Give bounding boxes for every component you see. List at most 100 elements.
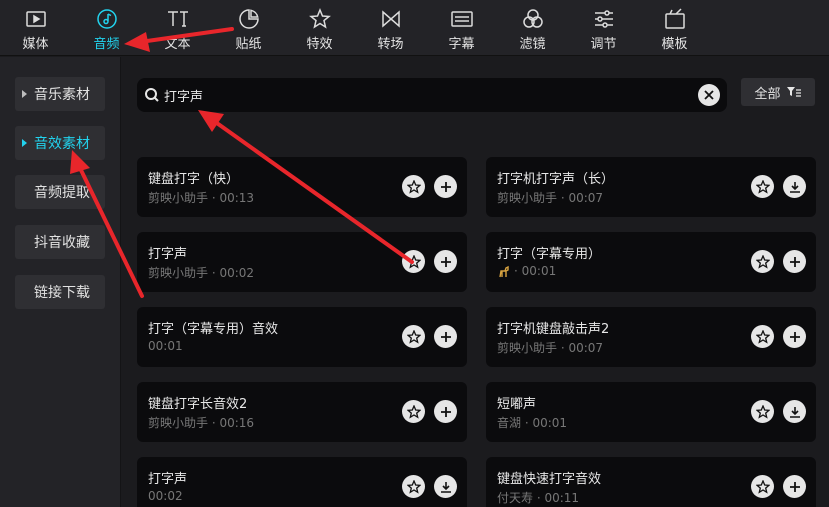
tab-sticker[interactable]: 贴纸 [213,0,284,56]
download-icon [440,481,451,493]
download-button[interactable] [783,400,806,423]
sound-title: 打字声 [148,247,188,262]
plus-icon [440,181,451,192]
sound-result-card[interactable]: 打字声 00:02 [137,457,467,507]
download-button[interactable] [434,475,457,498]
favorite-button[interactable] [402,325,425,348]
tab-label: 特效 [306,37,333,52]
tab-text[interactable]: 文本 [142,0,213,56]
sound-meta: 剪映小助手 · 00:16 [148,414,254,431]
add-to-track-button[interactable] [783,250,806,273]
add-to-track-button[interactable] [434,400,457,423]
star-icon [755,254,770,269]
sidebar-item-label: 链接下载 [34,285,90,301]
tab-label: 字幕 [448,37,475,52]
favorite-button[interactable] [751,400,774,423]
sound-result-card[interactable]: 短嘟声 音湖 · 00:01 [486,382,816,442]
effects-icon [308,8,331,30]
sound-meta-text: 剪映小助手 · 00:02 [148,266,255,280]
sound-meta: 00:02 [148,489,183,503]
tab-audio[interactable]: 音频 [71,0,142,56]
sound-meta: 付天寿 · 00:11 [497,489,579,506]
star-icon [406,179,421,194]
sound-title: 打字机键盘敲击声2 [497,322,610,337]
add-to-track-button[interactable] [783,325,806,348]
add-to-track-button[interactable] [434,250,457,273]
plus-icon [440,331,451,342]
sound-result-card[interactable]: 键盘打字（快） 剪映小助手 · 00:13 [137,157,467,217]
favorite-button[interactable] [751,250,774,273]
add-to-track-button[interactable] [783,475,806,498]
filter-icon [522,8,544,30]
caption-icon [450,8,473,30]
sound-meta: 剪映小助手 · 00:02 [148,264,254,281]
sound-result-card[interactable]: 键盘打字长音效2 剪映小助手 · 00:16 [137,382,467,442]
tab-media[interactable]: 媒体 [0,0,71,56]
filter-dropdown[interactable]: 全部 [741,78,815,106]
tab-label: 模板 [661,37,688,52]
add-to-track-button[interactable] [434,325,457,348]
tab-caption[interactable]: 字幕 [426,0,497,56]
star-icon [406,329,421,344]
audio-icon [96,8,118,30]
sound-result-card[interactable]: 打字（字幕专用） · 00:01 [486,232,816,292]
sound-result-card[interactable]: 打字（字幕专用）音效 00:01 [137,307,467,367]
download-button[interactable] [783,175,806,198]
tab-template[interactable]: 模板 [639,0,710,56]
plus-icon [440,406,451,417]
sound-result-card[interactable]: 打字机打字声（长） 剪映小助手 · 00:07 [486,157,816,217]
tab-transition[interactable]: 转场 [355,0,426,56]
favorite-button[interactable] [402,250,425,273]
tab-label: 文本 [164,37,191,52]
sound-meta: 音湖 · 00:01 [497,414,567,431]
sound-meta-text: 剪映小助手 · 00:16 [148,416,255,430]
download-icon [789,181,800,193]
star-icon [755,329,770,344]
transition-icon [380,8,402,30]
close-icon [704,90,714,100]
filter-funnel-icon [786,87,801,97]
star-icon [755,179,770,194]
download-icon [789,406,800,418]
sound-meta: 00:01 [148,339,183,353]
text-icon [167,8,189,30]
sound-meta-text: 00:01 [148,339,183,353]
plus-icon [789,331,800,342]
tab-effects[interactable]: 特效 [284,0,355,56]
sound-result-card[interactable]: 键盘快速打字音效 付天寿 · 00:11 [486,457,816,507]
favorite-button[interactable] [402,400,425,423]
sound-title: 打字声 [148,472,188,487]
tab-label: 调节 [590,37,617,52]
media-icon [25,8,47,30]
clear-search-button[interactable] [698,84,720,106]
sidebar-item-douyin-favorites[interactable]: 抖音收藏 [15,225,105,259]
favorite-button[interactable] [751,475,774,498]
favorite-button[interactable] [751,175,774,198]
tab-filter[interactable]: 滤镜 [497,0,568,56]
sound-result-card[interactable]: 打字声 剪映小助手 · 00:02 [137,232,467,292]
favorite-button[interactable] [402,175,425,198]
sidebar-item-audio-extract[interactable]: 音频提取 [15,175,105,209]
search-input[interactable]: 打字声 [137,78,727,112]
top-toolbar: 媒体 音频 文本 贴纸 特效 转场 字幕 滤镜 调节 模板 [0,0,829,56]
filter-label: 全部 [754,86,781,102]
tab-label: 转场 [377,37,404,52]
search-icon [145,88,159,102]
add-to-track-button[interactable] [434,175,457,198]
sound-meta-text: 剪映小助手 · 00:07 [497,341,604,355]
plus-icon [789,481,800,492]
favorite-button[interactable] [751,325,774,348]
sidebar-item-link-download[interactable]: 链接下载 [15,275,105,309]
main-panel: 打字声 全部 键盘打字（快） 剪映小助手 · 00:13 打字机打字声（长） 剪… [122,57,829,507]
sound-title: 打字（字幕专用）音效 [148,322,279,337]
caret-right-icon [22,90,27,98]
sound-result-card[interactable]: 打字机键盘敲击声2 剪映小助手 · 00:07 [486,307,816,367]
star-icon [755,479,770,494]
sidebar-item-sound-effects[interactable]: 音效素材 [15,126,105,160]
tab-adjust[interactable]: 调节 [568,0,639,56]
sidebar-item-music[interactable]: 音乐素材 [15,77,105,111]
sound-title: 打字机打字声（长） [497,172,615,187]
favorite-button[interactable] [402,475,425,498]
sound-title: 键盘打字（快） [148,172,240,187]
sound-meta-text: · 00:01 [514,264,557,278]
